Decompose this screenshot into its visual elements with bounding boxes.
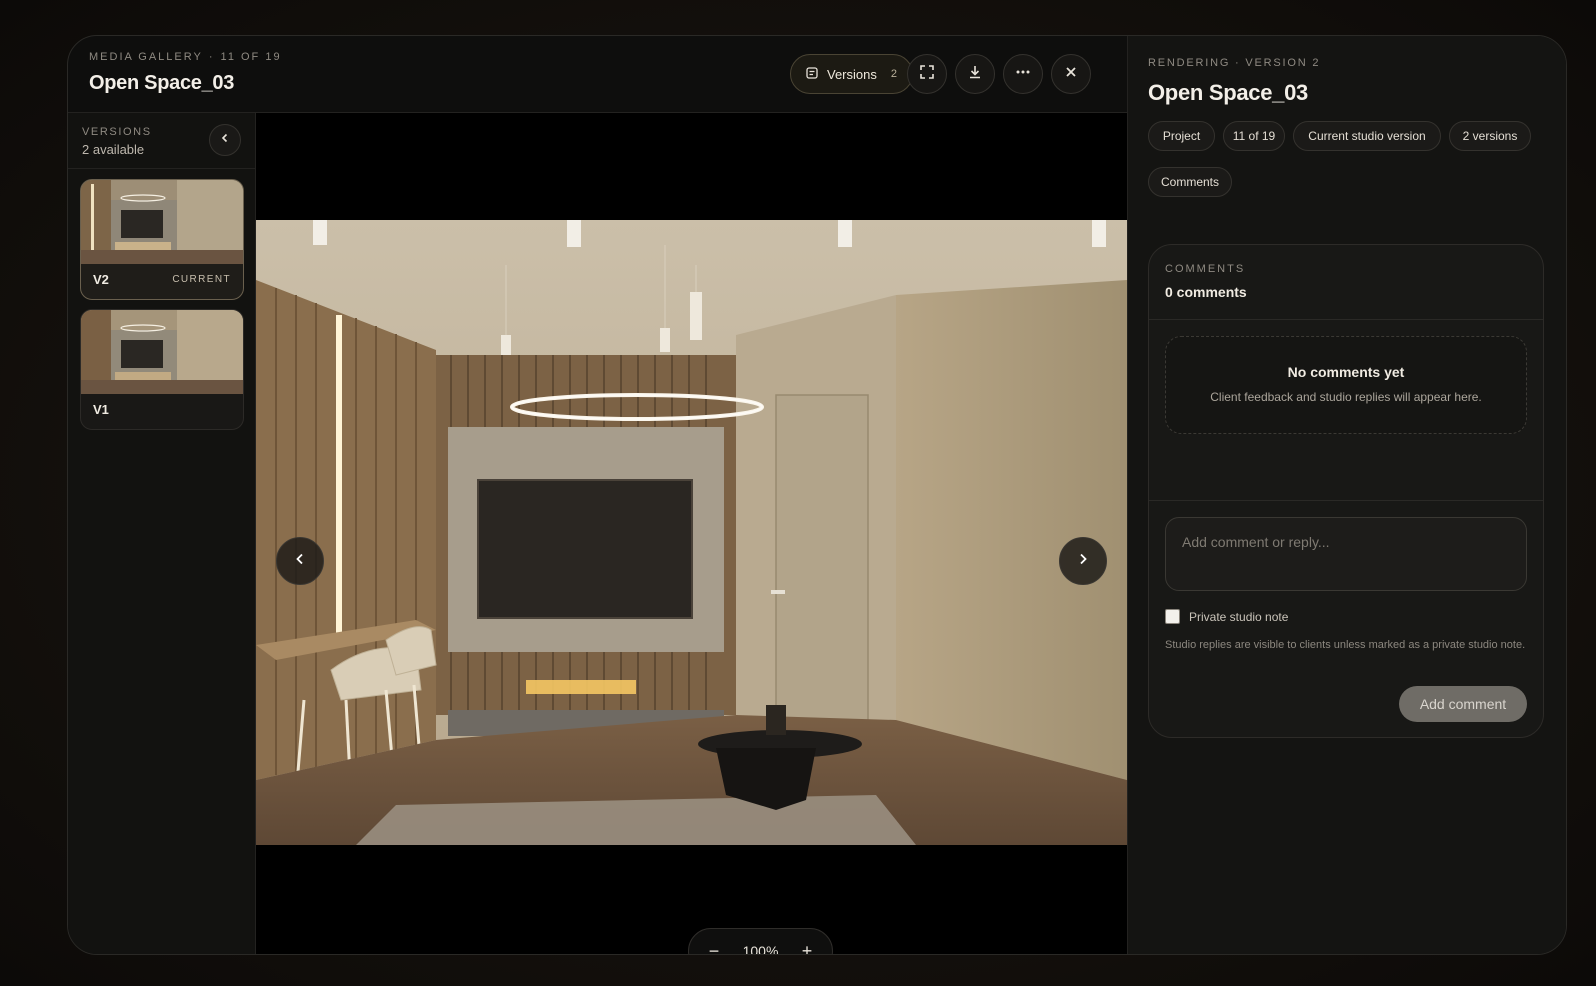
chip-versions[interactable]: 2 versions [1449, 121, 1531, 151]
download-button[interactable] [955, 54, 995, 94]
chip-project[interactable]: Project [1148, 121, 1215, 151]
visibility-hint: Studio replies are visible to clients un… [1165, 639, 1526, 651]
comment-input[interactable]: Add comment or reply... [1165, 517, 1527, 591]
chevron-left-icon [293, 552, 307, 571]
gallery-overline: MEDIA GALLERY · 11 OF 19 [89, 51, 282, 63]
sidebar-subtitle: 2 available [82, 142, 145, 157]
composer-divider [1149, 500, 1543, 501]
more-icon [1015, 64, 1031, 85]
private-note-label: Private studio note [1189, 609, 1289, 624]
version-thumb-v1[interactable]: V1 [80, 309, 244, 430]
version-thumb-meta: V1 [93, 402, 231, 417]
version-thumb-v2[interactable]: V2 CURRENT [80, 179, 244, 300]
chip-position[interactable]: 11 of 19 [1223, 121, 1285, 151]
comments-empty-state: No comments yet Client feedback and stud… [1165, 336, 1527, 434]
versions-count-badge: 2 [890, 68, 897, 80]
empty-state-subtitle: Client feedback and studio replies will … [1210, 390, 1482, 404]
panel-overline: RENDERING · VERSION 2 [1148, 57, 1321, 69]
empty-state-title: No comments yet [1287, 364, 1405, 380]
collapse-sidebar-button[interactable] [209, 124, 241, 156]
gallery-position: 11 OF 19 [220, 51, 282, 63]
versions-sidebar: VERSIONS 2 available V2 CURRENT V1 [68, 113, 256, 954]
comments-card: COMMENTS 0 comments No comments yet Clie… [1148, 244, 1544, 738]
media-gallery-modal: MEDIA GALLERY · 11 OF 19 Open Space_03 Ver… [67, 35, 1567, 955]
zoom-control: − 100% + [688, 928, 833, 955]
details-panel: RENDERING · VERSION 2 Open Space_03 Proj… [1127, 36, 1566, 954]
chevron-left-icon [219, 131, 231, 149]
rendering-image[interactable] [256, 220, 1127, 845]
image-viewer: − 100% + [256, 113, 1127, 955]
current-badge: CURRENT [172, 274, 231, 285]
fullscreen-button[interactable] [907, 54, 947, 94]
versions-button-label: Versions [827, 66, 877, 82]
sidebar-divider [68, 168, 256, 169]
zoom-level: 100% [742, 943, 779, 955]
version-thumbnail-image [81, 310, 243, 394]
fullscreen-icon [919, 64, 935, 85]
comments-overline: COMMENTS [1165, 263, 1246, 275]
close-button[interactable] [1051, 54, 1091, 94]
next-image-button[interactable] [1059, 537, 1107, 585]
version-name: V1 [93, 402, 109, 417]
comments-divider [1149, 319, 1543, 320]
previous-image-button[interactable] [276, 537, 324, 585]
chevron-right-icon [1076, 552, 1090, 571]
chip-current-version[interactable]: Current studio version [1293, 121, 1441, 151]
zoom-in-button[interactable]: + [796, 940, 818, 955]
versions-button[interactable]: Versions 2 [790, 54, 913, 94]
more-options-button[interactable] [1003, 54, 1043, 94]
sidebar-overline: VERSIONS [82, 126, 152, 138]
version-name: V2 [93, 272, 109, 287]
page-title: Open Space_03 [89, 72, 235, 94]
close-icon [1064, 65, 1078, 84]
private-note-checkbox[interactable] [1165, 609, 1180, 624]
download-icon [967, 64, 983, 85]
panel-title: Open Space_03 [1148, 80, 1308, 105]
add-comment-button[interactable]: Add comment [1399, 686, 1527, 722]
comments-count: 0 comments [1165, 284, 1247, 300]
sidebar-header: VERSIONS 2 available [82, 126, 152, 157]
version-thumbnail-image [81, 180, 243, 264]
gallery-label: MEDIA GALLERY [89, 51, 203, 63]
chip-comments[interactable]: Comments [1148, 167, 1232, 197]
private-note-toggle[interactable]: Private studio note [1165, 609, 1288, 624]
overline-separator: · [208, 51, 215, 63]
comment-input-placeholder: Add comment or reply... [1182, 534, 1330, 550]
version-thumb-meta: V2 CURRENT [93, 272, 231, 287]
zoom-out-button[interactable]: − [703, 940, 725, 955]
gallery-header: MEDIA GALLERY · 11 OF 19 Open Space_03 Ver… [68, 36, 1127, 113]
versions-icon [805, 66, 819, 83]
